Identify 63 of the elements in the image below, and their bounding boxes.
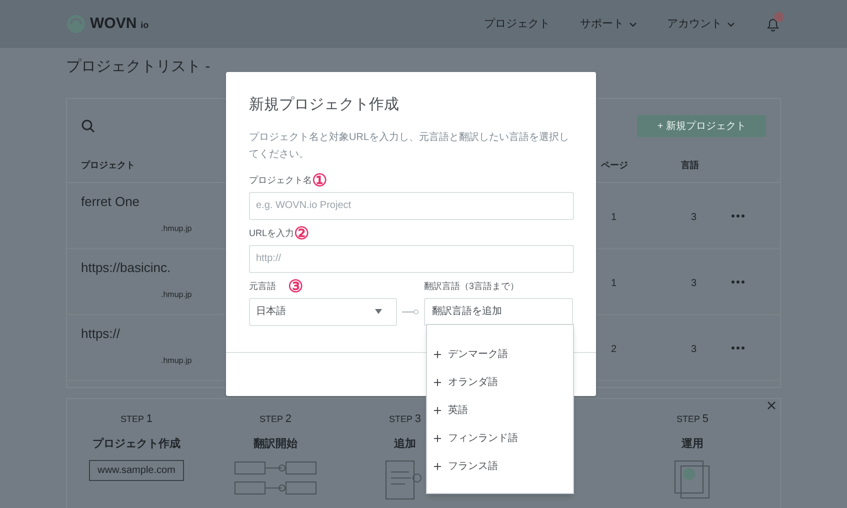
language-option[interactable]: 英語: [427, 396, 573, 424]
field-label: 元言語: [249, 280, 276, 293]
project-domain: .hmup.jp: [161, 224, 192, 234]
column-header: プロジェクト: [81, 160, 135, 170]
more-icon[interactable]: [731, 214, 745, 218]
dialog-description: プロジェクト名と対象URLを入力し、元言語と翻訳したい言語を選択してください。: [249, 130, 570, 162]
target-language-field[interactable]: 翻訳言語を追加: [424, 298, 573, 326]
language-option[interactable]: フランス語: [427, 452, 573, 480]
more-icon[interactable]: [731, 346, 745, 350]
language-count: 3: [691, 212, 697, 222]
step-marker: ①: [312, 172, 327, 189]
step-title: 翻訳開始: [254, 436, 298, 452]
close-icon[interactable]: [767, 401, 776, 410]
page-count: 1: [611, 212, 617, 222]
page-count: 1: [611, 278, 617, 288]
step-label: STEP 3: [389, 412, 421, 427]
step-marker: ③: [288, 278, 303, 295]
nav-link[interactable]: サポート: [580, 16, 624, 32]
page-title: プロジェクトリスト -: [66, 57, 210, 77]
language-count: 3: [691, 278, 697, 288]
column-header: 言語: [681, 160, 699, 170]
more-icon[interactable]: [731, 280, 745, 284]
logo-suffix: io: [140, 19, 149, 32]
project-name[interactable]: https://basicinc.: [81, 258, 171, 278]
text-field[interactable]: e.g. WOVN.io Project: [249, 192, 574, 220]
dialog-title: 新規プロジェクト作成: [249, 95, 400, 115]
language-option[interactable]: デンマーク語: [427, 340, 573, 368]
plus-icon: [434, 378, 441, 386]
text-field[interactable]: http://: [249, 244, 574, 272]
url-sample: www.sample.com: [88, 460, 184, 481]
column-header: ページ: [601, 160, 628, 170]
field-label: プロジェクト名: [249, 174, 312, 187]
project-domain: .hmup.jp: [161, 290, 192, 300]
search-icon[interactable]: [81, 119, 95, 133]
language-option[interactable]: オランダ語: [427, 368, 573, 396]
page-count: 2: [611, 344, 617, 354]
step-marker: ②: [294, 225, 310, 242]
language-option[interactable]: フィンランド語: [427, 424, 573, 452]
field-label: URLを入力: [249, 226, 294, 240]
connector-icon: [402, 308, 419, 316]
logo-text: WOVN: [90, 14, 137, 34]
plus-icon: [434, 434, 441, 442]
step-label: STEP 2: [260, 412, 292, 427]
step-title: 追加: [394, 436, 416, 452]
project-domain: .hmup.jp: [161, 356, 192, 366]
plus-icon: [434, 350, 441, 358]
field-label: 翻訳言語（3言語まで）: [424, 280, 520, 293]
pages-drawing: [672, 460, 712, 500]
plus-icon: [434, 462, 441, 470]
step-label: STEP 5: [676, 412, 708, 427]
step-label: STEP 1: [120, 412, 152, 427]
bell-icon[interactable]: [765, 16, 781, 32]
nav-link[interactable]: プロジェクト: [484, 16, 550, 32]
project-name[interactable]: https://: [81, 324, 120, 344]
step-title: 運用: [682, 436, 704, 452]
new-project-button[interactable]: + 新規プロジェクト: [637, 115, 766, 137]
language-count: 3: [691, 344, 697, 354]
source-language-select[interactable]: 日本語: [249, 298, 397, 326]
project-name[interactable]: ferret One: [81, 192, 140, 212]
nav-link[interactable]: アカウント: [667, 16, 722, 32]
step-title: プロジェクト作成: [92, 436, 180, 452]
dropdown-arrow-icon: [375, 309, 382, 314]
plus-icon: [434, 406, 441, 414]
